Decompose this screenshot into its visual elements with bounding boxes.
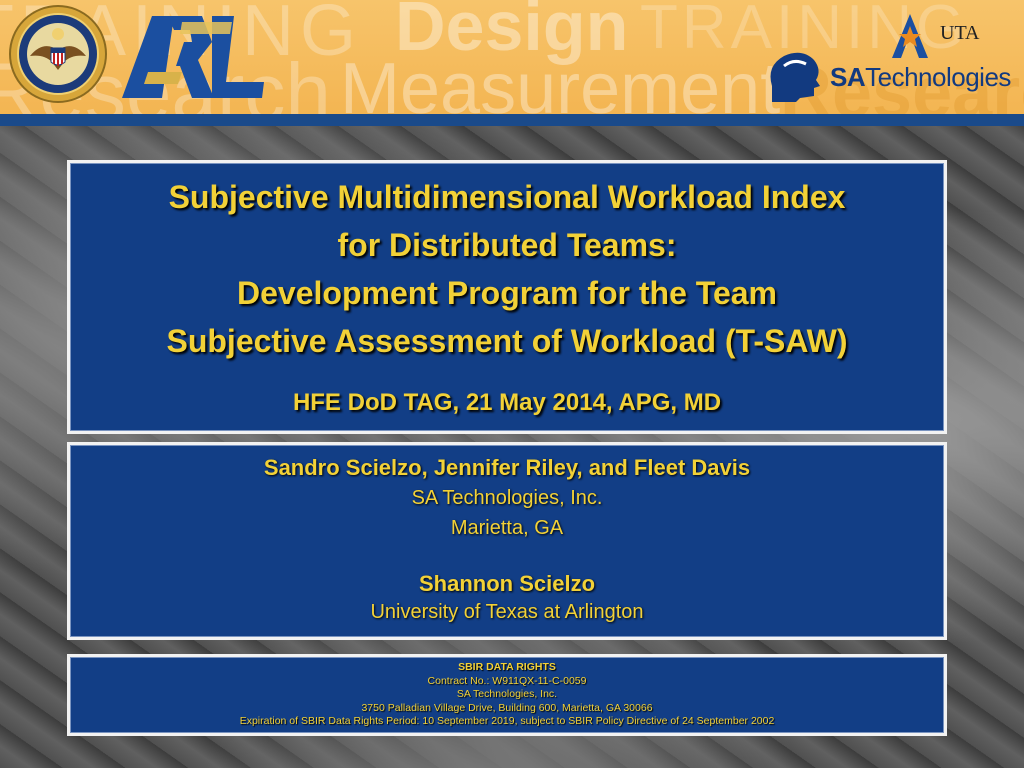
title-line-1: Subjective Multidimensional Workload Ind…	[168, 179, 846, 215]
data-rights-panel: SBIR DATA RIGHTS Contract No.: W911QX-11…	[67, 654, 947, 736]
sa-wordmark-bold: SA	[830, 62, 866, 92]
banner-divider	[0, 114, 1024, 126]
arl-logo-icon	[122, 16, 264, 98]
title-line-3: Development Program for the Team	[237, 275, 777, 311]
data-rights-contract: Contract No.: W911QX-11-C-0059	[427, 674, 587, 687]
data-rights-address: 3750 Palladian Village Drive, Building 6…	[361, 701, 653, 714]
sa-technologies-head-icon	[770, 52, 820, 102]
sa-wordmark-rest: Technologies	[865, 62, 1011, 92]
title-line-2: for Distributed Teams:	[337, 227, 677, 263]
author-city: Marietta, GA	[450, 517, 564, 539]
author-names: Sandro Scielzo, Jennifer Riley, and Flee…	[263, 455, 751, 480]
data-rights-text: SBIR DATA RIGHTS Contract No.: W911QX-11…	[70, 661, 944, 729]
data-rights-expiration: Expiration of SBIR Data Rights Period: 1…	[239, 715, 775, 727]
author-organization: SA Technologies, Inc.	[411, 487, 603, 509]
dod-seal-icon	[9, 5, 107, 103]
event-line: HFE DoD TAG, 21 May 2014, APG, MD	[292, 389, 722, 416]
second-author-name: Shannon Scielzo	[418, 571, 596, 596]
authors-panel: Sandro Scielzo, Jennifer Riley, and Flee…	[67, 442, 947, 640]
second-author-organization: University of Texas at Arlington	[370, 601, 644, 623]
sa-technologies-wordmark: SATechnologies	[830, 62, 1011, 93]
title-panel: Subjective Multidimensional Workload Ind…	[67, 160, 947, 434]
data-rights-header: SBIR DATA RIGHTS	[458, 661, 556, 673]
uta-label: UTA	[940, 22, 980, 44]
title-block: Subjective Multidimensional Workload Ind…	[70, 173, 944, 365]
data-rights-company: SA Technologies, Inc.	[456, 688, 558, 700]
banner-watermark-measurement: Measurement	[340, 49, 781, 114]
title-line-4: Subjective Assessment of Workload (T-SAW…	[166, 323, 848, 359]
header-banner: TRAINING Research Design TRAINING Measur…	[0, 0, 1024, 114]
